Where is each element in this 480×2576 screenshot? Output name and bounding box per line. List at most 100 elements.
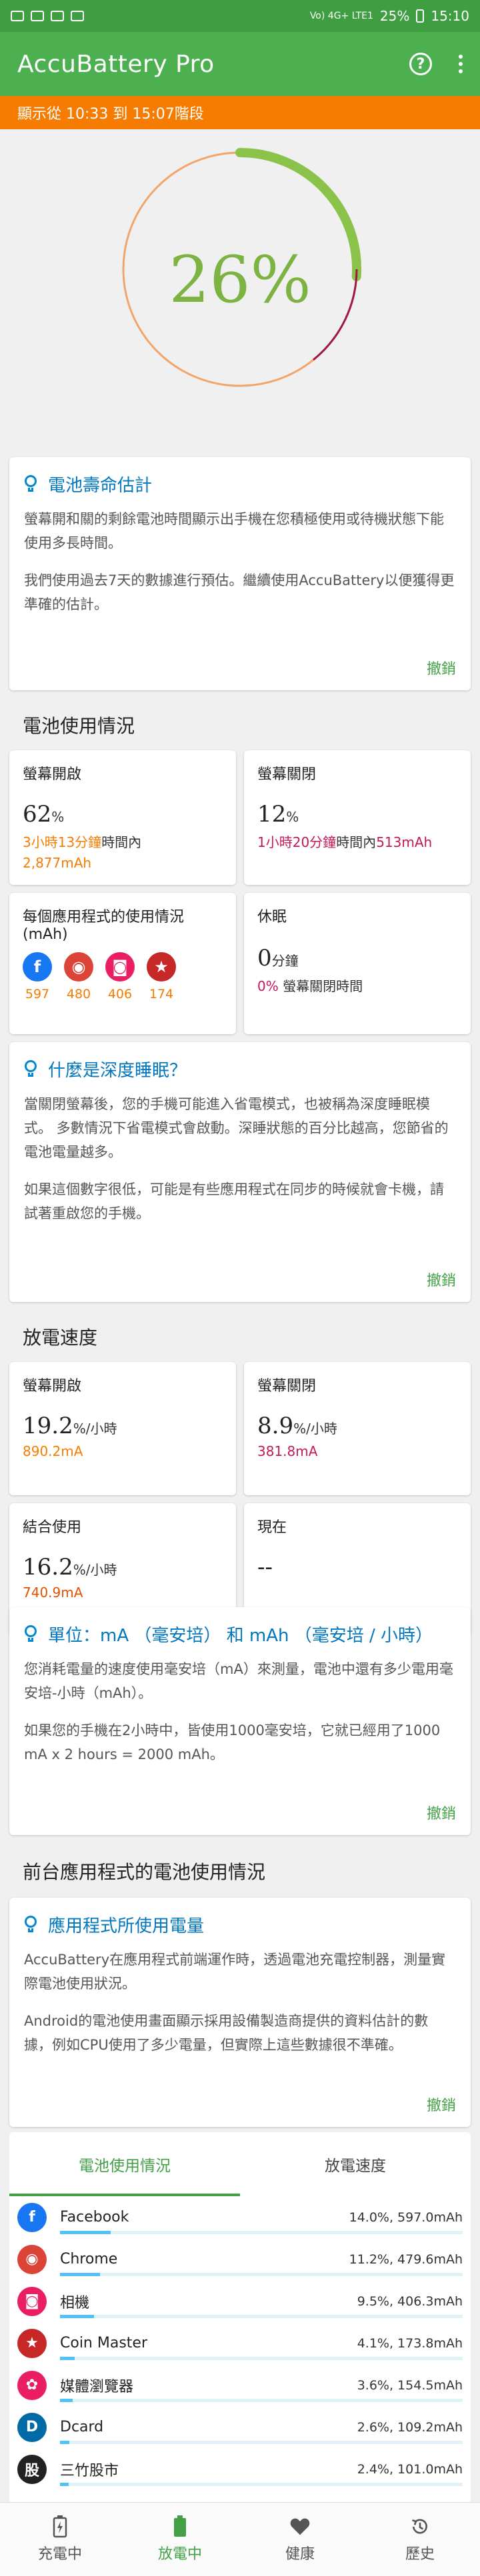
card-title: 電池壽命估計 <box>48 476 153 496</box>
lightbulb-icon <box>24 1915 39 1934</box>
card-text: 如果您的手機在2小時中，皆使用1000毫安培，它就已經用了1000 mA x 2… <box>24 1722 441 1762</box>
stat-unit: % <box>286 809 299 825</box>
stat-label: 休眠 <box>257 909 287 926</box>
card-text: Android的電池使用畫面顯示採用設備製造商提供的資料估計的數據，例如CPU使… <box>24 2013 429 2053</box>
history-icon <box>410 2515 430 2538</box>
nav-label: 歷史 <box>405 2546 435 2563</box>
discharge-section-title: 放電速度 <box>23 1327 98 1349</box>
tab-discharge-speed[interactable]: 放電速度 <box>240 2132 471 2196</box>
tab-battery-usage[interactable]: 電池使用情況 <box>9 2132 240 2196</box>
card-text: 如果這個數字很低，可能是有些應用程式在同步的時候就會卡機，請試著重啟您的手機。 <box>24 1181 444 1221</box>
usage-bar-track <box>60 2315 463 2318</box>
battery-gauge: 26% <box>0 129 480 436</box>
mail-icon <box>71 11 84 21</box>
per-app-item: ◉ 480 <box>64 952 93 1001</box>
status-bar: Vo) 4G+ LTE1 25% 15:10 <box>0 0 480 32</box>
stat-suffix: 時間內 <box>336 834 377 850</box>
app-list-row[interactable]: f Facebook 14.0%, 597.0mAh <box>9 2196 471 2238</box>
per-app-value: 174 <box>149 987 174 1001</box>
usage-bar-track <box>60 2483 463 2486</box>
stat-unit: %/小時 <box>73 1421 117 1437</box>
app-usage-tabs: 電池使用情況 放電速度 <box>9 2132 471 2196</box>
per-app-item: f 597 <box>23 952 52 1001</box>
media-browser-icon: ✿ <box>17 2370 47 2400</box>
app-list-row[interactable]: ◉ Chrome 11.2%, 479.6mAh <box>9 2238 471 2280</box>
usage-bar <box>60 2399 73 2402</box>
nav-health[interactable]: 健康 <box>240 2503 360 2576</box>
usage-bar <box>60 2315 95 2318</box>
stat-value: 19.2 <box>23 1413 73 1439</box>
usage-bar <box>60 2441 70 2444</box>
per-app-usage-card[interactable]: 每個應用程式的使用情況 (mAh) f 597 ◉ 480 ◙ 406 ★ 174 <box>9 893 236 1034</box>
app-list-row[interactable]: D Dcard 2.6%, 109.2mAh <box>9 2406 471 2448</box>
discharge-screen-on-card: 螢幕開啟 19.2%/小時 890.2mA <box>9 1362 236 1495</box>
usage-section-title: 電池使用情況 <box>23 715 135 737</box>
camera-icon: ◙ <box>105 952 135 981</box>
nav-discharging[interactable]: 放電中 <box>120 2503 240 2576</box>
discharge-screen-off-card: 螢幕關閉 8.9%/小時 381.8mA <box>244 1362 471 1495</box>
stat-value: 16.2 <box>23 1554 73 1581</box>
lightbulb-icon <box>24 474 39 494</box>
sleep-percent: 0% <box>257 978 279 994</box>
dismiss-button[interactable]: 撤銷 <box>427 1802 456 1823</box>
card-title: 單位：mA （毫安培） 和 mAh （毫安培 / 小時） <box>48 1626 433 1646</box>
sleep-desc: 螢幕關閉時間 <box>283 978 363 994</box>
nav-label: 放電中 <box>157 2546 202 2563</box>
stat-label: 螢幕關閉 <box>257 1378 317 1395</box>
app-usage-value: 2.4%, 101.0mAh <box>357 2461 463 2477</box>
help-icon[interactable]: ? <box>409 53 432 75</box>
app-bar: AccuBattery Pro ? <box>0 32 480 96</box>
card-title: 什麼是深度睡眠？ <box>48 1061 187 1081</box>
deep-sleep-card: 什麼是深度睡眠？ 當關閉螢幕後，您的手機可能進入省電模式，也被稱為深度睡眠模式。… <box>9 1042 471 1302</box>
app-usage-value: 4.1%, 173.8mAh <box>357 2335 463 2351</box>
coin-master-icon: ★ <box>17 2328 47 2358</box>
nav-charging[interactable]: 充電中 <box>0 2503 120 2576</box>
card-text: AccuBattery在應用程式前端運作時，透過電池充電控制器，測量實際電池使用… <box>24 1952 446 1992</box>
stat-suffix: 時間內 <box>101 834 142 850</box>
battery-level: 25% <box>379 8 410 24</box>
app-name: Coin Master <box>60 2335 148 2351</box>
app-name: 相機 <box>60 2294 90 2311</box>
app-list-row[interactable]: ✿ 媒體瀏覽器 3.6%, 154.5mAh <box>9 2364 471 2406</box>
bottom-navigation: 充電中 放電中 健康 歷史 <box>0 2502 480 2576</box>
stat-duration: 3小時13分鐘 <box>23 834 102 850</box>
units-info-card: 單位：mA （毫安培） 和 mAh （毫安培 / 小時） 您消耗電量的速度使用毫… <box>9 1607 471 1835</box>
nav-history[interactable]: 歷史 <box>360 2503 480 2576</box>
card-text: 您消耗電量的速度使用毫安培（mA）來測量，電池中還有多少電用毫安培-小時（mAh… <box>24 1661 453 1701</box>
app-usage-value: 14.0%, 597.0mAh <box>349 2210 463 2225</box>
stat-label: 現在 <box>257 1519 287 1536</box>
app-list-row[interactable]: ◙ 相機 9.5%, 406.3mAh <box>9 2280 471 2322</box>
app-name: Dcard <box>60 2419 104 2435</box>
dismiss-button[interactable]: 撤銷 <box>427 2094 456 2115</box>
more-options-icon[interactable] <box>459 55 463 73</box>
stat-label: 每個應用程式的使用情況 (mAh) <box>23 909 185 943</box>
usage-bar <box>60 2231 111 2234</box>
facebook-icon: f <box>23 952 52 981</box>
app-list-row[interactable]: 股三竹股市 2.4%, 101.0mAh <box>9 2448 471 2490</box>
chrome-icon: ◉ <box>17 2244 47 2274</box>
dismiss-button[interactable]: 撤銷 <box>427 657 456 678</box>
card-text: 我們使用過去7天的數據進行預估。繼續使用AccuBattery以便獲得更準確的估… <box>24 572 455 612</box>
dismiss-button[interactable]: 撤銷 <box>427 1269 456 1290</box>
stat-label: 螢幕開啟 <box>23 1378 82 1395</box>
usage-bar-track <box>60 2231 463 2234</box>
stat-value: 8.9 <box>257 1413 294 1439</box>
dcard-icon: D <box>17 2412 47 2442</box>
camera-icon: ◙ <box>17 2286 47 2316</box>
app-usage-value: 9.5%, 406.3mAh <box>357 2293 463 2309</box>
stat-current: 381.8mA <box>257 1443 318 1459</box>
app-usage-value: 2.6%, 109.2mAh <box>357 2419 463 2435</box>
app-name: Chrome <box>60 2251 118 2267</box>
app-name: Facebook <box>60 2209 129 2226</box>
app-list-row[interactable]: ★ Coin Master 4.1%, 173.8mAh <box>9 2322 471 2364</box>
nav-label: 充電中 <box>37 2546 82 2563</box>
card-text: 當關閉螢幕後，您的手機可能進入省電模式，也被稱為深度睡眠模式。 多數情況下省電模… <box>24 1096 449 1160</box>
app-title: AccuBattery Pro <box>17 50 215 78</box>
discharging-icon <box>170 2515 190 2538</box>
image-icon <box>51 11 64 21</box>
coin-master-icon: ★ <box>147 952 176 981</box>
per-app-icons: f 597 ◉ 480 ◙ 406 ★ 174 <box>23 952 223 1001</box>
stat-duration: 1小時20分鐘 <box>257 834 337 850</box>
lightbulb-icon <box>24 1624 39 1644</box>
stat-mah: 513mAh <box>376 834 433 850</box>
